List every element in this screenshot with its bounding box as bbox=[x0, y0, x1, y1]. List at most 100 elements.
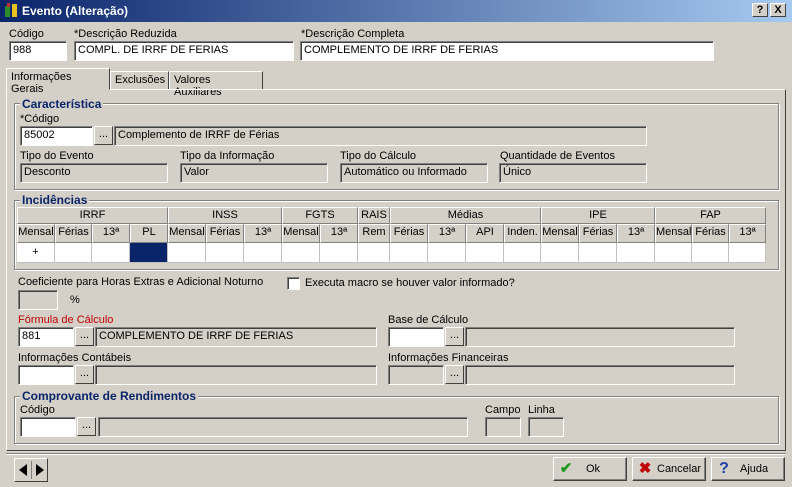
tab-valores-auxiliares[interactable]: Valores Auxiliares bbox=[169, 71, 263, 98]
financeiras-field bbox=[388, 365, 444, 385]
comprovante-lookup-button[interactable]: ... bbox=[77, 417, 96, 436]
incidencias-group-header: Médias bbox=[390, 207, 541, 224]
contabeis-lookup-button[interactable]: ... bbox=[75, 365, 94, 384]
incidencias-column-header: 13ª bbox=[617, 224, 655, 243]
close-button[interactable]: X bbox=[770, 3, 786, 17]
incidencias-group-header: FAP bbox=[655, 207, 766, 224]
incidencias-cell[interactable] bbox=[92, 243, 130, 263]
descricao-completa-field[interactable]: COMPLEMENTO DE IRRF DE FERIAS bbox=[300, 41, 714, 61]
incidencias-group-header: RAIS bbox=[358, 207, 390, 224]
incidencias-column-header: Férias bbox=[692, 224, 729, 243]
base-calculo-lookup-button[interactable]: ... bbox=[445, 327, 464, 346]
incidencias-cell[interactable] bbox=[617, 243, 655, 263]
formula-descricao: COMPLEMENTO DE IRRF DE FERIAS bbox=[95, 327, 377, 347]
tipo-evento-field: Desconto bbox=[20, 163, 168, 183]
incidencias-title: Incidências bbox=[20, 193, 90, 207]
descricao-completa-label: *Descrição Completa bbox=[301, 28, 405, 40]
help-title-button[interactable]: ? bbox=[752, 3, 768, 17]
descricao-reduzida-label: *Descrição Reduzida bbox=[74, 28, 177, 40]
percent-label: % bbox=[70, 294, 80, 306]
incidencias-cell[interactable] bbox=[466, 243, 504, 263]
incidencias-cell[interactable] bbox=[130, 243, 168, 263]
incidencias-column-header: Férias bbox=[206, 224, 244, 243]
incidencias-cell[interactable] bbox=[504, 243, 541, 263]
ok-button[interactable]: ✔ Ok bbox=[553, 457, 627, 481]
incidencias-cell[interactable] bbox=[428, 243, 466, 263]
formula-field[interactable]: 881 bbox=[18, 327, 74, 347]
incidencias-cell[interactable] bbox=[655, 243, 692, 263]
comprovante-codigo-label: Código bbox=[20, 404, 55, 416]
tab-informacoes-gerais[interactable]: Informações Gerais bbox=[6, 68, 110, 95]
incidencias-column-header: Mensal bbox=[282, 224, 320, 243]
question-icon: ? bbox=[719, 460, 729, 477]
base-calculo-label: Base de Cálculo bbox=[388, 314, 469, 326]
incidencias-cell[interactable]: + bbox=[17, 243, 55, 263]
cancel-label: Cancelar bbox=[657, 463, 702, 475]
comprovante-title: Comprovante de Rendimentos bbox=[20, 389, 199, 403]
incidencias-group-header: FGTS bbox=[282, 207, 358, 224]
incidencias-cell[interactable] bbox=[320, 243, 358, 263]
incidencias-cell[interactable] bbox=[168, 243, 206, 263]
base-calculo-descricao bbox=[465, 327, 735, 347]
incidencias-group-header: IRRF bbox=[17, 207, 168, 224]
executa-macro-checkbox[interactable] bbox=[287, 277, 300, 290]
navigator-divider bbox=[31, 461, 32, 479]
caracteristica-codigo-field[interactable]: 85002 bbox=[20, 126, 93, 146]
linha-field bbox=[528, 417, 564, 437]
tipo-informacao-field: Valor bbox=[180, 163, 328, 183]
bottom-separator bbox=[6, 453, 786, 455]
incidencias-cell[interactable] bbox=[692, 243, 729, 263]
formula-label: Fórmula de Cálculo bbox=[18, 314, 114, 326]
tipo-calculo-label: Tipo do Cálculo bbox=[340, 150, 417, 162]
executa-macro-label: Executa macro se houver valor informado? bbox=[305, 277, 515, 289]
comprovante-descricao bbox=[98, 417, 468, 437]
quantidade-eventos-label: Quantidade de Eventos bbox=[500, 150, 615, 162]
incidencias-grid: IRRF INSS FGTS RAIS Médias IPE FAP Mensal Férias… bbox=[17, 207, 775, 265]
cancel-button[interactable]: ✖ Cancelar bbox=[632, 457, 706, 481]
linha-label: Linha bbox=[528, 404, 555, 416]
window-title: Evento (Alteração) bbox=[22, 4, 129, 18]
coeficiente-label: Coeficiente para Horas Extras e Adiciona… bbox=[18, 276, 264, 288]
base-calculo-field[interactable] bbox=[388, 327, 444, 347]
incidencias-column-header: Férias bbox=[55, 224, 92, 243]
incidencias-cell[interactable] bbox=[206, 243, 244, 263]
incidencias-cell[interactable] bbox=[282, 243, 320, 263]
comprovante-codigo-field[interactable] bbox=[20, 417, 76, 437]
incidencias-cell[interactable] bbox=[729, 243, 766, 263]
incidencias-column-header: Mensal bbox=[655, 224, 692, 243]
caracteristica-codigo-label: *Código bbox=[20, 113, 60, 125]
incidencias-cell[interactable] bbox=[541, 243, 579, 263]
caracteristica-title: Característica bbox=[20, 97, 104, 111]
incidencias-column-header: 13ª bbox=[244, 224, 282, 243]
tab-label: Exclusões bbox=[115, 74, 166, 86]
incidencias-column-header: Inden. bbox=[504, 224, 541, 243]
incidencias-column-header: Férias bbox=[579, 224, 617, 243]
app-icon bbox=[5, 3, 17, 17]
tipo-informacao-label: Tipo da Informação bbox=[180, 150, 275, 162]
incidencias-cell[interactable] bbox=[55, 243, 92, 263]
incidencias-column-header: 13ª bbox=[92, 224, 130, 243]
incidencias-cell[interactable] bbox=[390, 243, 428, 263]
incidencias-column-header: Mensal bbox=[541, 224, 579, 243]
formula-lookup-button[interactable]: ... bbox=[75, 327, 94, 346]
incidencias-column-header: Rem bbox=[358, 224, 390, 243]
codigo-field[interactable]: 988 bbox=[9, 41, 67, 61]
incidencias-column-header: API bbox=[466, 224, 504, 243]
help-label: Ajuda bbox=[740, 463, 769, 475]
incidencias-cell[interactable] bbox=[579, 243, 617, 263]
descricao-reduzida-field[interactable]: COMPL. DE IRRF DE FERIAS bbox=[74, 41, 294, 61]
tipo-evento-label: Tipo do Evento bbox=[20, 150, 94, 162]
incidencias-column-header: 13ª bbox=[729, 224, 766, 243]
incidencias-group-header: INSS bbox=[168, 207, 282, 224]
previous-icon[interactable] bbox=[17, 464, 29, 476]
contabeis-field[interactable] bbox=[18, 365, 74, 385]
tab-exclusoes[interactable]: Exclusões bbox=[110, 71, 169, 90]
ok-label: Ok bbox=[586, 463, 601, 475]
help-button[interactable]: ? Ajuda bbox=[711, 457, 785, 481]
coeficiente-field bbox=[18, 290, 58, 310]
caracteristica-lookup-button[interactable]: ... bbox=[94, 126, 113, 145]
financeiras-lookup-button[interactable]: ... bbox=[445, 365, 464, 384]
incidencias-cell[interactable] bbox=[358, 243, 390, 263]
next-icon[interactable] bbox=[34, 464, 46, 476]
incidencias-cell[interactable] bbox=[244, 243, 282, 263]
